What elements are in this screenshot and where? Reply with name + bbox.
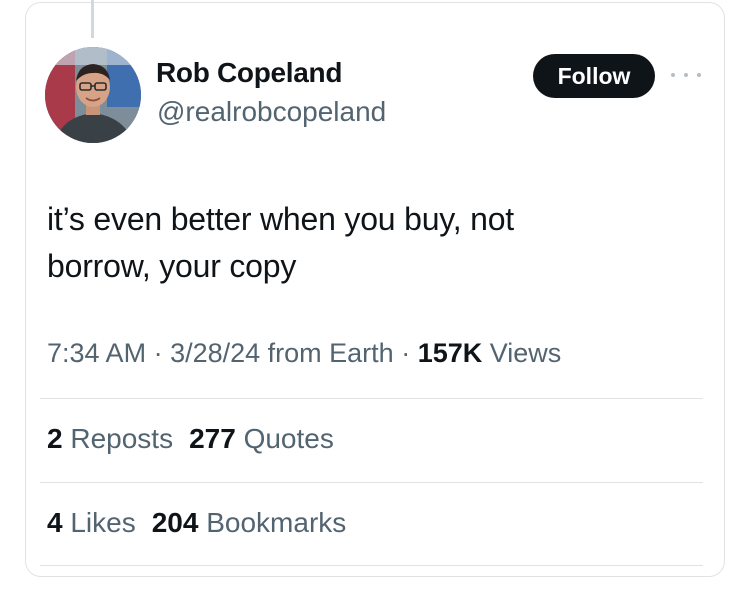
divider bbox=[40, 482, 703, 483]
likes-label: Likes bbox=[70, 507, 136, 538]
reposts-label: Reposts bbox=[70, 423, 174, 454]
tweet-text-line: borrow, your copy bbox=[47, 248, 297, 284]
views-label: Views bbox=[482, 338, 562, 368]
divider bbox=[40, 398, 703, 399]
bookmarks-count: 204 bbox=[151, 507, 199, 538]
tweet-source: from Earth bbox=[260, 338, 394, 368]
tweet-text: it’s even better when you buy, not borro… bbox=[47, 196, 647, 290]
meta-separator: · bbox=[393, 338, 418, 368]
engagement-row: 4 Likes 204 Bookmarks bbox=[47, 507, 346, 539]
reposts-stat[interactable]: 2 Reposts bbox=[47, 423, 173, 454]
meta-separator: · bbox=[146, 338, 171, 368]
tweet-time[interactable]: 7:34 AM bbox=[47, 338, 146, 368]
tweet-date[interactable]: 3/28/24 bbox=[170, 338, 260, 368]
author-handle[interactable]: @realrobcopeland bbox=[157, 96, 386, 128]
quotes-count: 277 bbox=[189, 423, 236, 454]
engagement-row: 2 Reposts 277 Quotes bbox=[47, 423, 334, 455]
more-dot bbox=[697, 73, 701, 77]
avatar-image bbox=[45, 47, 141, 143]
more-dot bbox=[671, 73, 675, 77]
reposts-count: 2 bbox=[47, 423, 63, 454]
more-dot bbox=[684, 73, 688, 77]
bookmarks-label: Bookmarks bbox=[206, 507, 347, 538]
author-name[interactable]: Rob Copeland bbox=[156, 57, 342, 89]
bookmarks-stat[interactable]: 204 Bookmarks bbox=[152, 507, 347, 538]
divider bbox=[40, 565, 703, 566]
tweet-text-line: it’s even better when you buy, not bbox=[47, 201, 514, 237]
avatar[interactable] bbox=[45, 47, 141, 143]
views-count: 157K bbox=[417, 338, 483, 368]
follow-button[interactable]: Follow bbox=[533, 54, 655, 98]
more-horizontal-icon[interactable] bbox=[671, 64, 701, 86]
quotes-stat[interactable]: 277 Quotes bbox=[189, 423, 334, 454]
quotes-label: Quotes bbox=[243, 423, 334, 454]
thread-line bbox=[91, 0, 94, 38]
likes-count: 4 bbox=[47, 507, 63, 538]
likes-stat[interactable]: 4 Likes bbox=[47, 507, 136, 538]
tweet-meta: 7:34 AM · 3/28/24 from Earth · 157K View… bbox=[47, 338, 561, 369]
